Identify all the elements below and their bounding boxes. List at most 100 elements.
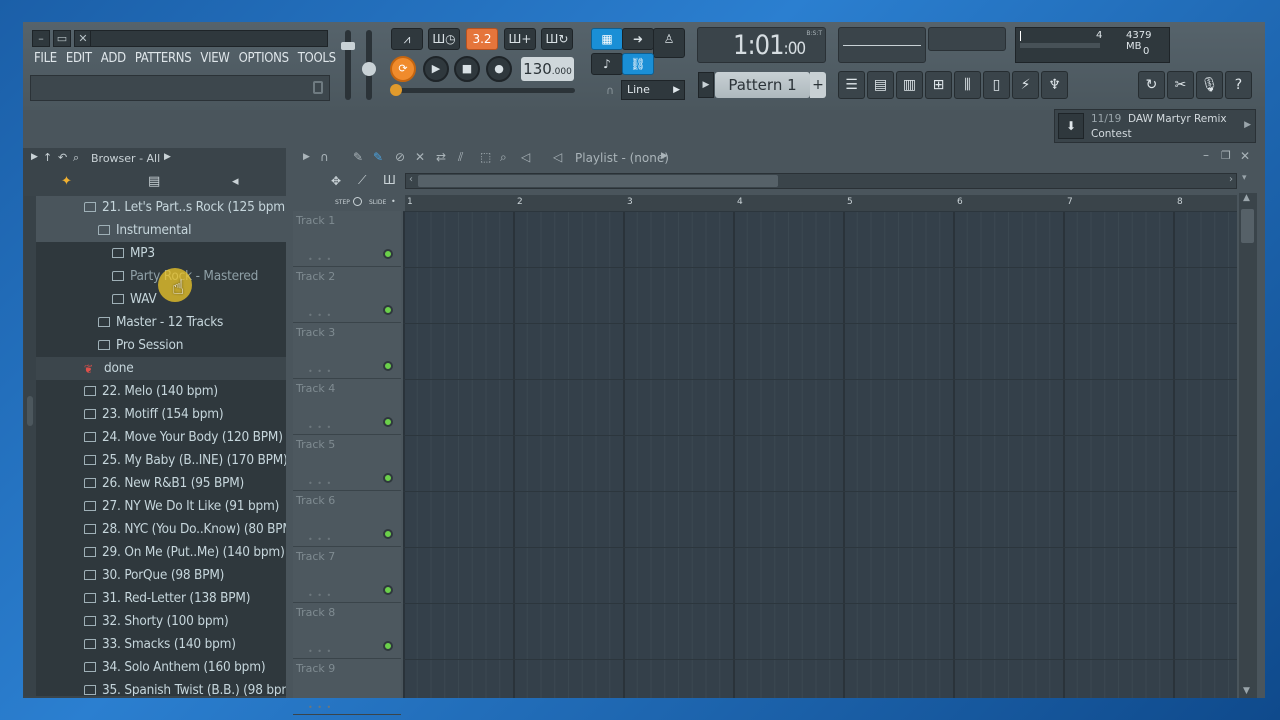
- recent-files-tab-icon[interactable]: ◂: [232, 174, 239, 189]
- browser-list-item[interactable]: Pro Session: [36, 334, 286, 357]
- browser-list-item[interactable]: 23. Motiff (154 bpm): [36, 403, 286, 426]
- track-mute-led[interactable]: [383, 249, 393, 259]
- mixer-headphone-button[interactable]: ♙: [653, 28, 685, 58]
- track-mute-led[interactable]: [383, 305, 393, 315]
- browser-list-item[interactable]: 34. Solo Anthem (160 bpm): [36, 656, 286, 679]
- browser-list-item[interactable]: 29. On Me (Put..Me) (140 bpm): [36, 541, 286, 564]
- zoom-tool-icon[interactable]: ⌕: [500, 150, 507, 165]
- slide-toggle[interactable]: •: [391, 197, 396, 206]
- browser-list-item[interactable]: Instrumental: [36, 219, 286, 242]
- track-header[interactable]: Track 5 • • •: [293, 435, 401, 491]
- add-pattern-button[interactable]: +: [810, 72, 826, 98]
- track-mute-led[interactable]: [383, 585, 393, 595]
- playback-tool-icon[interactable]: ◁: [521, 150, 530, 164]
- playlist-maximize-button[interactable]: ❐: [1221, 149, 1231, 162]
- channel-rack-icon[interactable]: ▤: [867, 71, 894, 99]
- pencil-tool-button[interactable]: ♪: [591, 53, 623, 75]
- menu-tools[interactable]: TOOLS: [298, 51, 336, 66]
- magnet-icon[interactable]: ∩: [606, 84, 614, 97]
- playlist-close-button[interactable]: ✕: [1240, 149, 1250, 163]
- browser-list-item[interactable]: 22. Melo (140 bpm): [36, 380, 286, 403]
- master-pitch-handle[interactable]: [362, 62, 376, 76]
- mic-stand-icon[interactable]: ♆: [1041, 71, 1068, 99]
- cut-tool-icon[interactable]: ✂: [1167, 71, 1194, 99]
- browser-list-item[interactable]: 35. Spanish Twist (B.B.) (98 bpm): [36, 679, 286, 696]
- menu-add[interactable]: ADD: [101, 51, 126, 66]
- news-next-icon[interactable]: ▶: [1244, 120, 1251, 130]
- browser-list-item[interactable]: 31. Red-Letter (138 BPM): [36, 587, 286, 610]
- browser-list-item[interactable]: 33. Smacks (140 bpm): [36, 633, 286, 656]
- browser-list-item[interactable]: 27. NY We Do It Like (91 bpm): [36, 495, 286, 518]
- track-header[interactable]: Track 1 • • •: [293, 211, 401, 267]
- draw-tool-icon[interactable]: ✎: [353, 150, 363, 164]
- playlist-minimize-button[interactable]: –: [1203, 148, 1209, 162]
- playlist-menu-arrow-icon[interactable]: ▶: [303, 152, 310, 162]
- menu-view[interactable]: VIEW: [200, 51, 230, 66]
- paint-tool-icon[interactable]: ✎: [373, 150, 383, 164]
- playlist-speaker-icon[interactable]: ◁: [553, 150, 562, 164]
- browser-list-item[interactable]: 24. Move Your Body (120 BPM): [36, 426, 286, 449]
- menu-edit[interactable]: EDIT: [66, 51, 92, 66]
- mute-tool-icon[interactable]: ✕: [415, 150, 425, 164]
- track-mute-led[interactable]: [383, 641, 393, 651]
- play-button[interactable]: ▶: [423, 56, 449, 82]
- browser-list-item[interactable]: 32. Shorty (100 bpm): [36, 610, 286, 633]
- delete-tool-icon[interactable]: ⊘: [395, 150, 405, 164]
- typing-keyboard-button[interactable]: ▦: [591, 28, 623, 50]
- playlist-vertical-scrollbar[interactable]: ▲ ▼: [1239, 193, 1257, 698]
- plugin-icon[interactable]: ⚡: [1012, 71, 1039, 99]
- mixer-icon[interactable]: ⫼: [954, 71, 981, 99]
- up-arrow-icon[interactable]: ↑: [43, 151, 52, 164]
- search-icon[interactable]: ⌕: [73, 151, 79, 165]
- playlist-title-arrow-icon[interactable]: ▶: [661, 151, 668, 161]
- news-panel[interactable]: ⬇ 11/19 DAW Martyr Remix Contest ▶: [1054, 109, 1256, 143]
- menu-patterns[interactable]: PATTERNS: [135, 51, 192, 66]
- track-mute-led[interactable]: [383, 529, 393, 539]
- record-button[interactable]: ●: [486, 56, 512, 82]
- back-icon[interactable]: ↶: [58, 151, 67, 164]
- link-button[interactable]: ⛓: [622, 53, 654, 75]
- browser-list-item[interactable]: 30. PorQue (98 BPM): [36, 564, 286, 587]
- metronome-button[interactable]: ⩘: [391, 28, 423, 50]
- browser-list-item[interactable]: MP3: [36, 242, 286, 265]
- playlist-options-icon[interactable]: ▾: [1242, 173, 1247, 183]
- browser-scrollbar[interactable]: [24, 196, 36, 696]
- browser-list-item[interactable]: 28. NYC (You Do..Know) (80 BPM): [36, 518, 286, 541]
- slice-tool-icon[interactable]: ⫽: [458, 150, 463, 165]
- loop-record-button[interactable]: Ш↻: [541, 28, 573, 50]
- master-volume-handle[interactable]: [341, 42, 355, 50]
- snap-selector[interactable]: Line ▶: [621, 80, 685, 100]
- browser-tree-icon[interactable]: ⊞: [925, 71, 952, 99]
- undo-history-icon[interactable]: ↻: [1138, 71, 1165, 99]
- stop-button[interactable]: ■: [454, 56, 480, 82]
- automation-icon[interactable]: ⟋: [358, 173, 366, 188]
- slip-tool-icon[interactable]: ⇄: [436, 150, 446, 164]
- browser-list-item[interactable]: 26. New R&B1 (95 BPM): [36, 472, 286, 495]
- wait-for-input-button[interactable]: Ш◷: [428, 28, 460, 50]
- track-header[interactable]: Track 4 • • •: [293, 379, 401, 435]
- browser-list-item[interactable]: 25. My Baby (B..INE) (170 BPM): [36, 449, 286, 472]
- track-header[interactable]: Track 2 • • •: [293, 267, 401, 323]
- step-right-button[interactable]: ➜: [622, 28, 654, 50]
- track-header[interactable]: Track 9 • • •: [293, 659, 401, 715]
- master-volume-slider[interactable]: [345, 30, 351, 100]
- piano-roll-icon[interactable]: ▥: [896, 71, 923, 99]
- arrangement-icon[interactable]: ✥: [331, 174, 341, 188]
- browser-list-item[interactable]: 21. Let's Part..s Rock (125 bpm): [36, 196, 286, 219]
- help-icon[interactable]: ?: [1225, 71, 1252, 99]
- magnet-snap-icon[interactable]: ∩: [320, 150, 329, 164]
- browser-list-item[interactable]: Master - 12 Tracks: [36, 311, 286, 334]
- playlist-view-icon[interactable]: ☰: [838, 71, 865, 99]
- track-mute-led[interactable]: [383, 417, 393, 427]
- project-info-icon[interactable]: ▯: [983, 71, 1010, 99]
- maximize-button[interactable]: ▭: [53, 30, 71, 47]
- countdown-button[interactable]: 3.2: [466, 28, 498, 50]
- track-mute-led[interactable]: [383, 473, 393, 483]
- download-icon[interactable]: ⬇: [1058, 113, 1084, 139]
- timeline-ruler[interactable]: 1 2 3 4 5 6 7 8: [405, 195, 1237, 211]
- track-header[interactable]: Track 3 • • •: [293, 323, 401, 379]
- tempo-display[interactable]: 130.000: [521, 57, 574, 81]
- playlist-grid[interactable]: [403, 211, 1237, 698]
- record-audio-icon[interactable]: 🎙: [1196, 71, 1223, 99]
- minimize-button[interactable]: –: [32, 30, 50, 47]
